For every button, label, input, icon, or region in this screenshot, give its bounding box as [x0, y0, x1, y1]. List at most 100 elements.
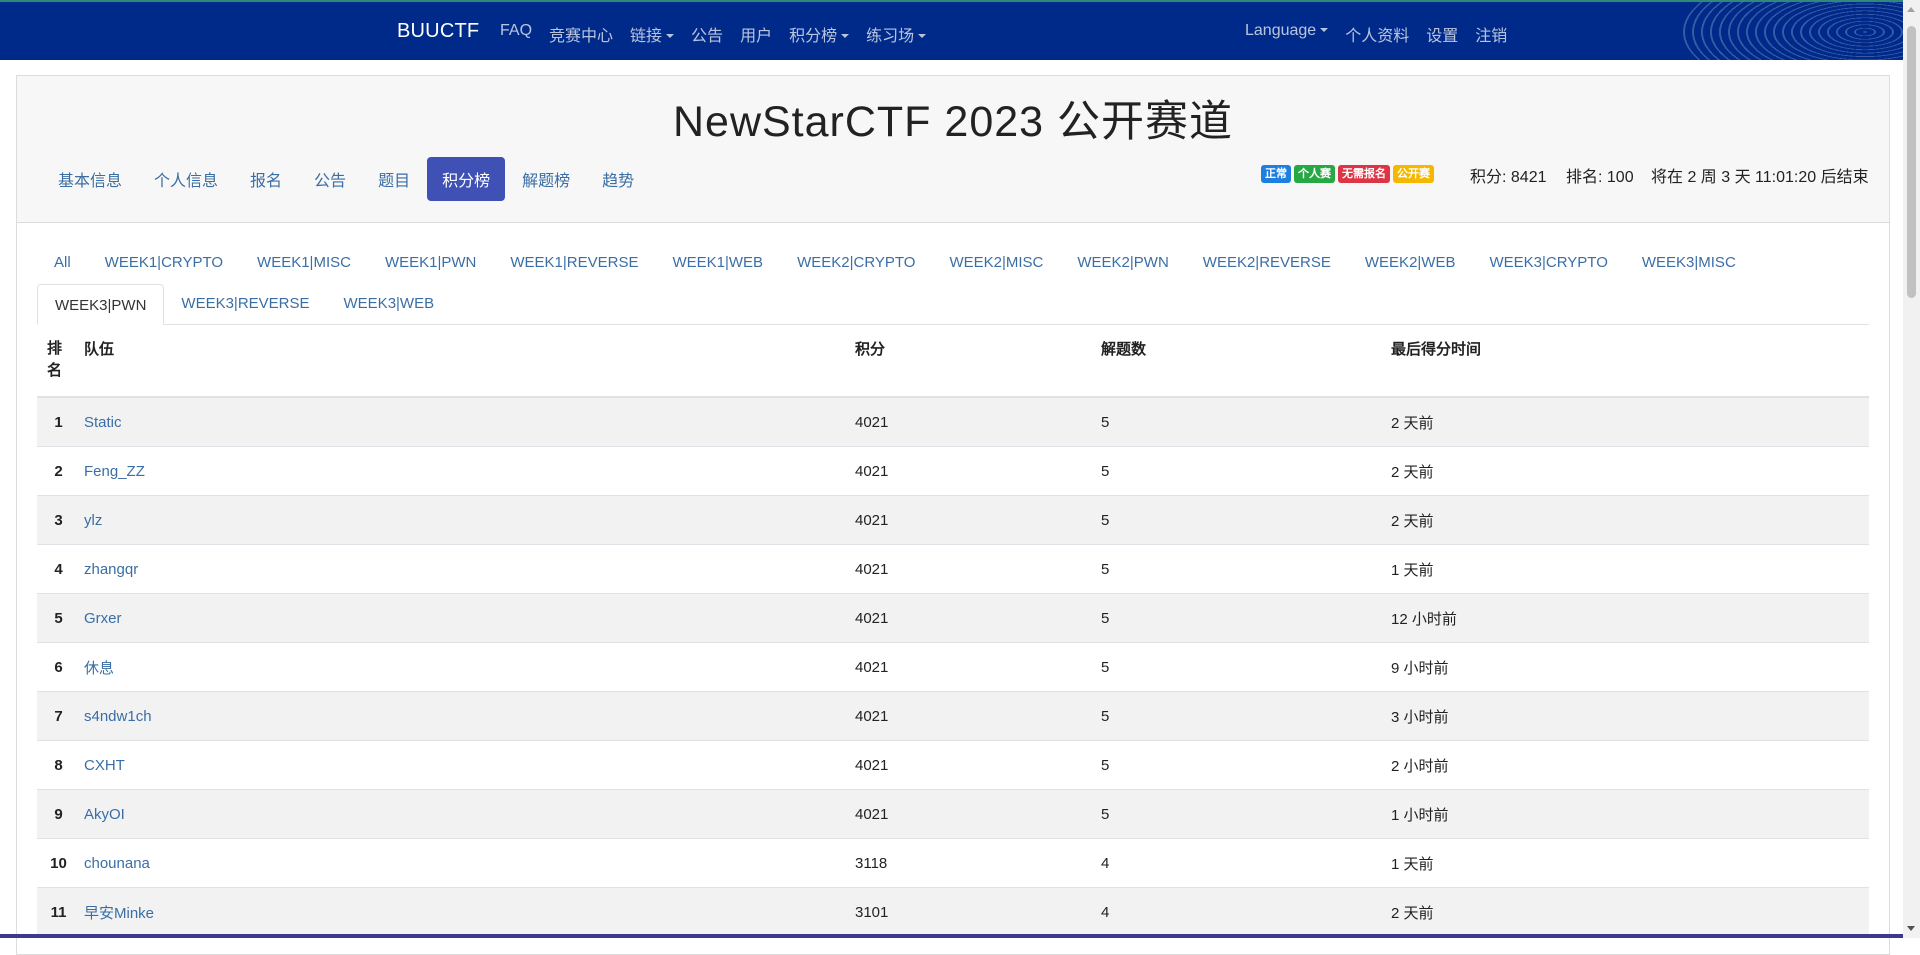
category-tab[interactable]: WEEK1|WEB [655, 242, 780, 283]
my-score: 积分: 8421 [1470, 169, 1547, 186]
scroll-down-arrow-icon[interactable] [1907, 926, 1915, 931]
nav-item-3[interactable]: 注销 [1475, 22, 1507, 46]
nav-left: FAQ 竞赛中心 链接 公告 用户 积分榜 练习场 [500, 22, 943, 46]
team-link[interactable]: 休息 [84, 660, 114, 677]
nav-item-6[interactable]: 练习场 [866, 22, 927, 46]
subnav-tab-5[interactable]: 积分榜 [427, 157, 506, 201]
team-link[interactable]: chounana [84, 855, 150, 872]
last-time-cell: 2 天前 [1381, 887, 1869, 936]
team-cell: Static [74, 396, 845, 447]
category-tab[interactable]: WEEK3|CRYPTO [1472, 242, 1624, 283]
score-cell: 3101 [845, 887, 1091, 936]
solves-cell: 5 [1091, 396, 1381, 447]
scoreboard-table: 排名 队伍 积分 解题数 最后得分时间 1 Static 4021 5 2 天前 2 Fen… [37, 325, 1869, 936]
team-link[interactable]: 早安Minke [84, 905, 154, 922]
category-tab[interactable]: WEEK3|PWN [37, 283, 165, 325]
team-link[interactable]: Grxer [84, 610, 122, 627]
category-tab[interactable]: WEEK2|CRYPTO [780, 242, 932, 283]
score-cell: 4021 [845, 642, 1091, 692]
status-badge: 正常 [1261, 165, 1291, 183]
header-last-time: 最后得分时间 [1381, 325, 1869, 398]
nav-item-1[interactable]: 个人资料 [1345, 22, 1409, 46]
nav-item-4[interactable]: 用户 [740, 22, 772, 46]
team-cell: AkyOI [74, 789, 845, 839]
category-tab[interactable]: WEEK3|WEB [327, 283, 452, 324]
header-rank: 排名 [37, 325, 74, 398]
table-row: 8 CXHT 4021 5 2 小时前 [37, 740, 1869, 790]
last-time-cell: 1 小时前 [1381, 789, 1869, 839]
category-tab[interactable]: WEEK2|WEB [1348, 242, 1473, 283]
score-cell: 4021 [845, 789, 1091, 839]
team-link[interactable]: CXHT [84, 757, 125, 774]
brand-link[interactable]: BUUCTF [397, 20, 479, 43]
team-link[interactable]: zhangqr [84, 561, 138, 578]
subnav-tab-7[interactable]: 趋势 [587, 157, 649, 201]
category-tab[interactable]: WEEK3|MISC [1625, 242, 1753, 283]
category-tab[interactable]: WEEK3|REVERSE [164, 283, 326, 324]
table-row: 4 zhangqr 4021 5 1 天前 [37, 544, 1869, 594]
subnav-tab-6[interactable]: 解题榜 [507, 157, 585, 201]
score-cell: 4021 [845, 446, 1091, 496]
nav-item-0[interactable]: Language [1245, 22, 1329, 46]
nav-item-1[interactable]: 竞赛中心 [549, 22, 613, 46]
scroll-up-arrow-icon[interactable] [1907, 7, 1915, 12]
nav-item-label: 用户 [740, 28, 773, 45]
team-link[interactable]: s4ndw1ch [84, 708, 152, 725]
score-cell: 4021 [845, 740, 1091, 790]
rank-cell: 1 [37, 396, 74, 447]
score-cell: 3118 [845, 838, 1091, 888]
nav-item-label: 练习场 [866, 28, 915, 45]
last-time-cell: 12 小时前 [1381, 593, 1869, 643]
team-cell: 早安Minke [74, 887, 845, 936]
nav-item-label: 个人资料 [1345, 28, 1410, 45]
nav-item-3[interactable]: 公告 [691, 22, 723, 46]
category-tab[interactable]: WEEK2|PWN [1060, 242, 1185, 283]
nav-item-2[interactable]: 设置 [1426, 22, 1458, 46]
table-row: 3 ylz 4021 5 2 天前 [37, 495, 1869, 545]
caret-down-icon [666, 34, 675, 38]
table-row: 5 Grxer 4021 5 12 小时前 [37, 593, 1869, 643]
header-solves: 解题数 [1091, 325, 1381, 398]
scrollbar-thumb[interactable] [1907, 26, 1916, 298]
subnav-tab-4[interactable]: 题目 [363, 157, 425, 201]
nav-item-label: 积分榜 [789, 28, 838, 45]
category-tab[interactable]: WEEK1|CRYPTO [88, 242, 240, 283]
nav-item-5[interactable]: 积分榜 [789, 22, 850, 46]
solves-cell: 5 [1091, 495, 1381, 545]
last-time-cell: 2 天前 [1381, 396, 1869, 447]
score-cell: 4021 [845, 691, 1091, 741]
table-header-row: 排名 队伍 积分 解题数 最后得分时间 [37, 325, 1869, 398]
team-link[interactable]: Static [84, 414, 122, 431]
page-scrollbar[interactable] [1903, 0, 1920, 938]
category-tab[interactable]: WEEK2|REVERSE [1186, 242, 1348, 283]
subnav-tab-3[interactable]: 公告 [299, 157, 361, 201]
subnav-tab-2[interactable]: 报名 [235, 157, 297, 201]
contest-card: NewStarCTF 2023 公开赛道 基本信息 个人信息 报名 公告 题目 积分榜 解题… [16, 75, 1890, 955]
team-link[interactable]: AkyOI [84, 806, 125, 823]
table-row: 1 Static 4021 5 2 天前 [37, 396, 1869, 447]
nav-item-label: 注销 [1475, 28, 1508, 45]
navbar-decoration [1683, 2, 1903, 60]
nav-item-0[interactable]: FAQ [500, 22, 532, 46]
team-cell: Feng_ZZ [74, 446, 845, 496]
category-tab[interactable]: WEEK2|MISC [932, 242, 1060, 283]
table-row: 10 chounana 3118 4 1 天前 [37, 838, 1869, 888]
team-cell: CXHT [74, 740, 845, 790]
solves-cell: 5 [1091, 446, 1381, 496]
category-tab[interactable]: WEEK1|MISC [240, 242, 368, 283]
team-link[interactable]: Feng_ZZ [84, 463, 145, 480]
category-tab[interactable]: All [37, 242, 88, 283]
solves-cell: 5 [1091, 740, 1381, 790]
table-row: 7 s4ndw1ch 4021 5 3 小时前 [37, 691, 1869, 741]
team-link[interactable]: ylz [84, 512, 102, 529]
nav-right: Language 个人资料 设置 注销 [1245, 22, 1524, 46]
nav-item-2[interactable]: 链接 [630, 22, 675, 46]
rank-cell: 3 [37, 495, 74, 545]
rank-cell: 5 [37, 593, 74, 643]
subnav-tab-0[interactable]: 基本信息 [43, 157, 137, 201]
subnav-tab-1[interactable]: 个人信息 [139, 157, 233, 201]
category-tab[interactable]: WEEK1|PWN [368, 242, 493, 283]
table-row: 9 AkyOI 4021 5 1 小时前 [37, 789, 1869, 839]
table-row: 2 Feng_ZZ 4021 5 2 天前 [37, 446, 1869, 496]
category-tab[interactable]: WEEK1|REVERSE [493, 242, 655, 283]
